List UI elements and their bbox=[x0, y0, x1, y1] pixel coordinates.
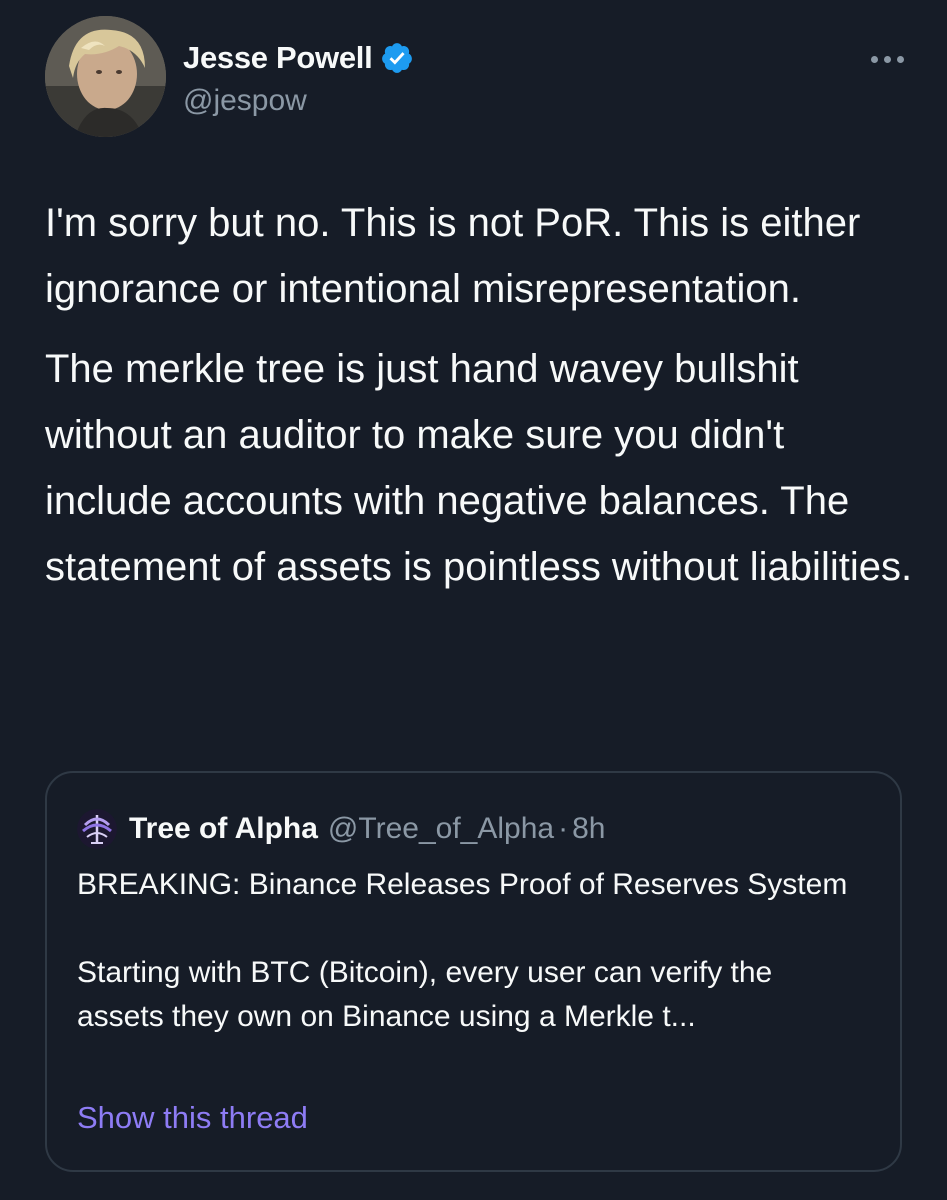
author-avatar[interactable] bbox=[45, 16, 166, 137]
more-horizontal-icon-dot bbox=[883, 55, 891, 63]
quoted-paragraph: BREAKING: Binance Releases Proof of Rese… bbox=[77, 868, 848, 901]
author-name[interactable]: Jesse Powell bbox=[183, 40, 373, 76]
quoted-author-name[interactable]: Tree of Alpha bbox=[129, 812, 318, 846]
quoted-tweet-text: BREAKING: Binance Releases Proof of Rese… bbox=[77, 863, 867, 1039]
quoted-tweet-card[interactable]: Tree of Alpha @Tree_of_Alpha · 8h BREAKI… bbox=[45, 771, 902, 1172]
dot-separator: · bbox=[558, 812, 569, 845]
quoted-paragraph: Starting with BTC (Bitcoin), every user … bbox=[77, 956, 773, 1033]
more-options-button[interactable] bbox=[863, 44, 911, 74]
tweet-paragraph: I'm sorry but no. This is not PoR. This … bbox=[45, 201, 861, 311]
tweet: Jesse Powell @jespow I'm sorry but no. T… bbox=[0, 0, 947, 1200]
tweet-text: I'm sorry but no. This is not PoR. This … bbox=[45, 190, 915, 600]
more-horizontal-icon bbox=[870, 55, 878, 63]
quoted-author-handle[interactable]: @Tree_of_Alpha bbox=[328, 812, 554, 846]
author-name-row: Jesse Powell bbox=[183, 40, 414, 76]
tweet-paragraph: The merkle tree is just hand wavey bulls… bbox=[45, 347, 913, 589]
author-handle[interactable]: @jespow bbox=[183, 84, 307, 118]
more-horizontal-icon-dot bbox=[896, 55, 904, 63]
verified-badge-icon bbox=[380, 41, 414, 75]
quoted-tweet-header: Tree of Alpha @Tree_of_Alpha · 8h bbox=[77, 809, 605, 849]
show-thread-link[interactable]: Show this thread bbox=[77, 1100, 308, 1136]
quoted-timestamp[interactable]: 8h bbox=[572, 812, 605, 846]
tree-of-alpha-logo[interactable] bbox=[77, 809, 117, 849]
